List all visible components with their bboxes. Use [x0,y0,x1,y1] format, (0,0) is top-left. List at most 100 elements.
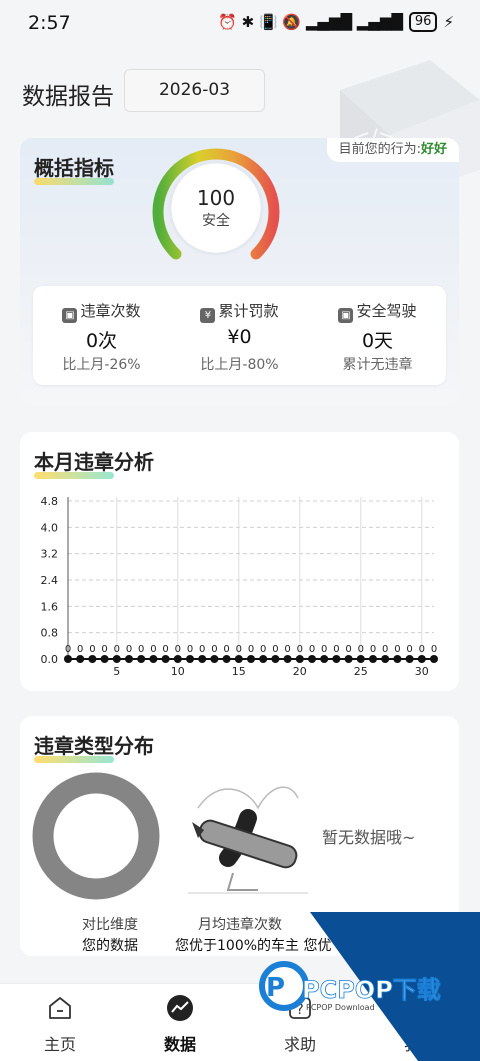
data-label: 0 [65,644,71,655]
charging-icon: ⚡ [443,13,454,31]
data-point [308,655,316,663]
score-label: 安全 [202,212,230,229]
stat-safe-label: 安全驾驶 [356,302,417,320]
stat-fines-value: ¥0 [227,326,252,348]
x-tick-label: 15 [232,665,246,678]
data-point [64,655,72,663]
data-label: 0 [333,644,339,655]
compare-value: 您的数据 [82,938,138,954]
y-tick-label: 0.8 [41,627,59,640]
money-bag-icon: ¥ [200,308,216,323]
data-label: 0 [223,644,229,655]
data-point [417,655,426,663]
data-point [332,655,341,663]
stat-safe-sub: 累计无违章 [342,357,413,373]
data-label: 0 [406,644,412,655]
data-label: 0 [187,644,193,655]
bottom-tab-bar: 主页 数据 ? 求助 我 [0,983,480,1061]
tab-help[interactable]: ? 求助 [250,984,350,1061]
data-label: 0 [175,644,181,655]
y-tick-label: 2.4 [41,574,59,587]
status-icons: ⏰ ✱ 📳 🔕 ▂▄▆█ ▂▄▆█ 96 ⚡ [218,12,454,32]
data-label: 0 [236,644,242,655]
tab-home-label: 主页 [43,1035,76,1054]
stat-violations-sub: 比上月-26% [62,357,141,373]
data-point [161,655,170,663]
data-label: 0 [211,644,217,655]
average-value: 您优于100%的车主 您优 [175,938,332,954]
data-point [393,655,402,663]
data-point [137,655,146,663]
data-label: 0 [284,644,290,655]
tab-data[interactable]: 数据 [130,984,230,1061]
data-point [295,655,304,663]
data-point [247,655,255,663]
help-icon: ? [289,997,311,1019]
data-label: 0 [138,644,144,655]
y-tick-label: 4.8 [41,495,59,508]
data-point [186,655,194,663]
car-icon: ▣ [338,308,354,323]
empty-illustration-icon [188,786,308,894]
data-point [88,655,97,663]
tab-home[interactable]: 主页 [10,984,110,1061]
data-point [430,655,438,663]
data-point [100,655,109,663]
data-point [271,655,280,663]
car-icon: ▣ [62,308,78,323]
data-point [283,655,292,663]
empty-data-text: 暂无数据哦~ [322,828,416,847]
stats-panel: ▣ 违章次数 0次 比上月-26% ¥ 累计罚款 ¥0 比上月-80% ▣ 安全驾驶 … [33,286,446,385]
x-tick-label: 20 [293,665,307,678]
data-point [320,655,329,663]
data-point [381,655,390,663]
x-tick-label: 25 [354,665,368,678]
violation-line-chart: 0.00.81.62.43.24.04.85 10 15 20 25 300 0 0 0 0 0 0 0… [41,495,438,678]
data-label: 0 [101,644,107,655]
data-point [198,655,207,663]
behavior-badge: 目前您的行为:好好 [326,138,459,162]
month-selector[interactable]: 2026-03 [124,69,265,112]
status-bar: 2:57 ⏰ ✱ 📳 🔕 ▂▄▆█ ▂▄▆█ 96 ⚡ [0,0,480,46]
data-label: 0 [150,644,156,655]
data-label: 0 [382,644,388,655]
stat-violations-label: 违章次数 [80,302,141,320]
stat-fines: ¥ 累计罚款 ¥0 比上月-80% [171,286,308,385]
data-point [222,655,231,663]
stat-safe-driving: ▣ 安全驾驶 0天 累计无违章 [309,286,446,385]
data-point [76,655,85,663]
behavior-label: 目前您的行为: [338,142,421,157]
y-tick-label: 4.0 [41,521,59,534]
data-label: 0 [126,644,132,655]
stat-fines-label: 累计罚款 [218,302,279,320]
data-point [125,655,133,663]
data-label: 0 [370,644,376,655]
battery-icon: 96 [408,12,438,32]
home-icon [49,997,71,1019]
data-point [210,655,219,663]
data-label: 0 [309,644,315,655]
tab-help-label: 求助 [283,1035,316,1054]
y-tick-label: 1.6 [41,600,59,613]
monthly-title: 本月违章分析 [34,446,154,479]
data-label: 0 [345,644,351,655]
data-label: 0 [321,644,327,655]
stat-violations-value: 0次 [85,330,118,352]
type-distribution-card: 违章类型分布 暂无数据哦~ 对比维度 您的数据 月均违章次数 您优于100%的车… [20,716,459,956]
behavior-value-2: 好 [433,142,447,157]
data-label: 0 [419,644,425,655]
tab-me[interactable]: 我 [362,984,462,1061]
y-tick-label: 3.2 [41,548,59,561]
data-label: 0 [114,644,120,655]
tab-data-label: 数据 [163,1035,196,1054]
data-point [234,655,243,663]
data-point [149,655,158,663]
monthly-analysis-card: 本月违章分析 0.0 0.8 1.6 2.4 3.2 4.0 4.8 5 10 15 20 25 30 0… [20,432,459,691]
data-label: 0 [260,644,266,655]
data-label: 0 [272,644,278,655]
summary-card: 概括指标 目前您的行为:好好 100 安全 ▣ 违章次数 0次 比上月-26% ¥… [20,138,459,406]
safety-gauge: 100 安全 [152,148,280,260]
distribution-donut-chart [32,772,160,900]
average-label: 月均违章次数 [198,917,282,933]
data-point [112,655,121,663]
